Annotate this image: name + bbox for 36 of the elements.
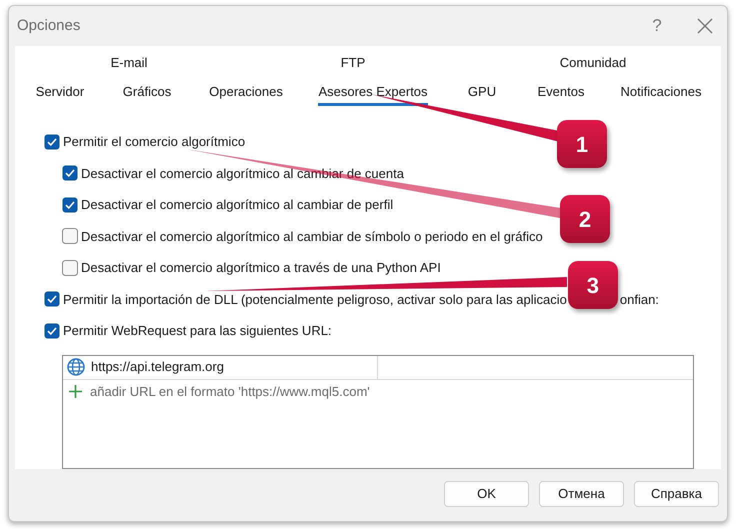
- option-label: Desactivar el comercio algorítmico al cambiar de perfil: [81, 196, 394, 214]
- checkbox[interactable]: [62, 260, 78, 276]
- checkbox[interactable]: [44, 291, 60, 308]
- checkbox[interactable]: [44, 134, 60, 150]
- option-label: Desactivar el comercio algorítmico al cambiar de símbolo o periodo en el gráfico: [81, 228, 543, 246]
- option-label: Permitir WebRequest para las siguientes URL:: [63, 322, 332, 340]
- tab[interactable]: Eventos: [538, 82, 584, 106]
- option-label: onfian:: [620, 290, 659, 308]
- close-icon[interactable]: [697, 18, 713, 34]
- option-label: Permitir la importación de DLL (potencialmente peligroso, activar solo para las aplicacio: [63, 290, 567, 309]
- dialog-button[interactable]: Справка: [634, 481, 719, 507]
- window-title: Opciones: [17, 16, 80, 36]
- tab[interactable]: Operaciones: [209, 82, 283, 106]
- tab[interactable]: E-mail: [110, 53, 148, 78]
- tab[interactable]: Notificaciones: [620, 82, 702, 106]
- tab[interactable]: Servidor: [36, 82, 84, 106]
- checkbox[interactable]: [62, 165, 78, 182]
- dialog-button[interactable]: OK: [444, 481, 529, 507]
- help-button[interactable]: ?: [645, 13, 669, 39]
- callout-badge: 2: [560, 195, 610, 243]
- checkbox[interactable]: [44, 322, 60, 339]
- globe-icon: [67, 358, 85, 376]
- add-url-hint[interactable]: añadir URL en el formato 'https://www.mql5.com': [90, 382, 370, 402]
- checkbox[interactable]: [62, 228, 78, 244]
- checkbox[interactable]: [62, 196, 78, 213]
- tab[interactable]: GPU: [468, 82, 496, 106]
- url-text: https://api.telegram.org: [91, 358, 224, 376]
- option-label: Permitir el comercio algorítmico: [63, 133, 246, 151]
- option-label: Desactivar el comercio algorítmico a través de una Python API: [81, 259, 441, 277]
- tab[interactable]: Gráficos: [122, 82, 172, 106]
- tab[interactable]: FTP: [340, 53, 366, 78]
- tab[interactable]: Comunidad: [560, 53, 626, 78]
- callout-badge: 1: [557, 120, 607, 168]
- plus-icon[interactable]: [69, 385, 82, 398]
- dialog-button[interactable]: Отмена: [539, 481, 624, 507]
- callout-badge: 3: [568, 261, 618, 310]
